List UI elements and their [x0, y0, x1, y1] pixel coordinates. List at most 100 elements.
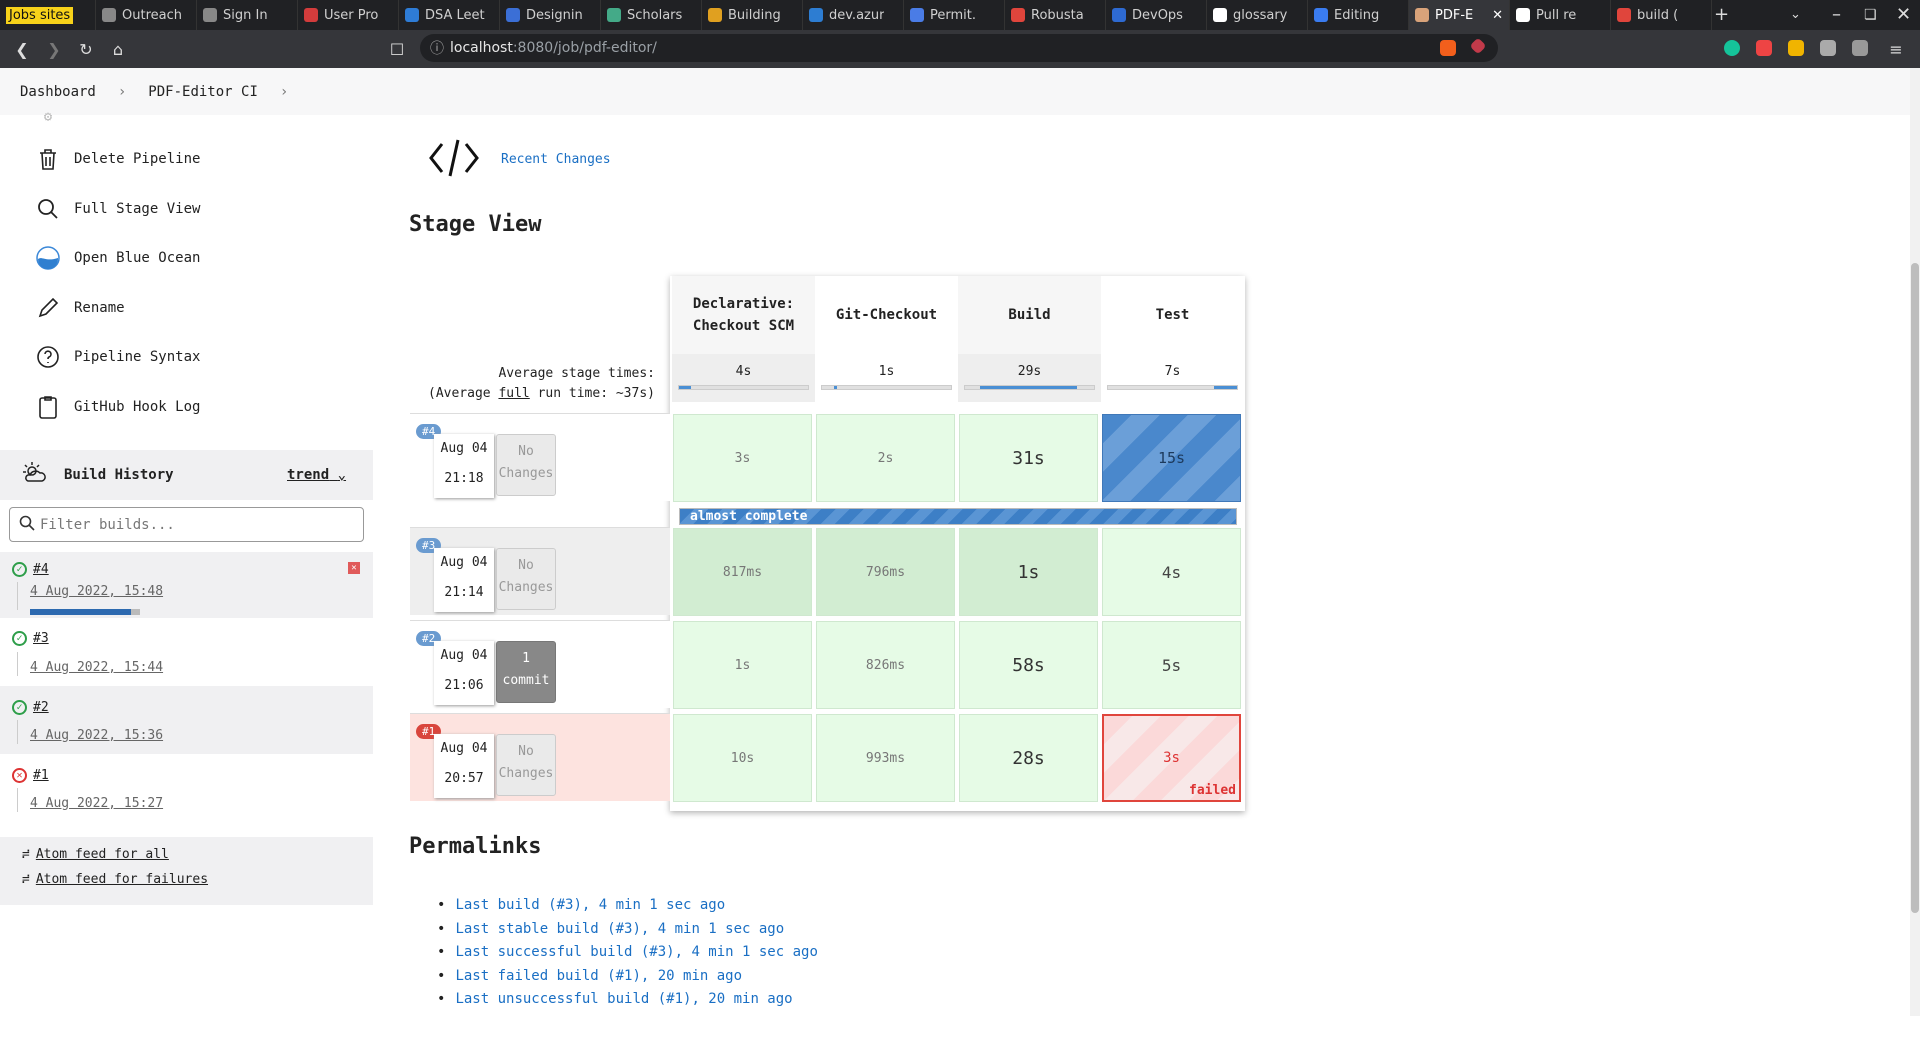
build-progress-bar: [30, 609, 140, 615]
grammarly-icon[interactable]: [1724, 40, 1740, 56]
stage-cell[interactable]: 1s: [959, 528, 1098, 616]
stage-cell[interactable]: 817ms: [673, 528, 812, 616]
browser-tab[interactable]: Scholars: [601, 0, 702, 30]
stage-cell[interactable]: 31s: [959, 414, 1098, 502]
filter-builds-input[interactable]: Filter builds...: [9, 507, 364, 542]
success-icon: ✓: [12, 562, 27, 577]
browser-tab[interactable]: Permit.: [904, 0, 1005, 30]
permalink[interactable]: Last stable build (#3), 4 min 1 sec ago: [437, 918, 818, 942]
full-link[interactable]: full: [498, 386, 529, 401]
tab-bar: Jobs sites Outreach Sign In User Pro DSA Lee…: [0, 0, 1920, 30]
forward-icon[interactable]: ❯: [38, 40, 70, 59]
stage-cell[interactable]: 3s: [673, 414, 812, 502]
tab-label: Sign In: [223, 7, 268, 23]
feed-all-link[interactable]: ≓ Atom feed for all: [22, 847, 169, 862]
stage-cell[interactable]: 826ms: [816, 621, 955, 709]
stage-cell[interactable]: 10s: [673, 714, 812, 802]
tab-search-icon[interactable]: ⌄: [1790, 7, 1801, 22]
stage-duration: 826ms: [865, 657, 906, 673]
task-github-hook-log[interactable]: GitHub Hook Log: [36, 395, 200, 419]
browser-tab[interactable]: dev.azur: [803, 0, 904, 30]
build-number[interactable]: #2: [33, 700, 49, 715]
stage-duration: 28s: [1012, 747, 1045, 769]
recent-changes-link[interactable]: Recent Changes: [501, 152, 611, 167]
stage-cell[interactable]: 2s: [816, 414, 955, 502]
stage-cell[interactable]: 5s: [1102, 621, 1241, 709]
breadcrumb-dashboard[interactable]: Dashboard: [20, 84, 96, 100]
task-open-blue-ocean[interactable]: Open Blue Ocean: [36, 246, 200, 270]
browser-tab[interactable]: Designin: [500, 0, 601, 30]
build-number[interactable]: #4: [33, 562, 49, 577]
run-changes[interactable]: No Changes: [496, 734, 556, 796]
task-rename[interactable]: Rename: [36, 296, 125, 320]
scrollbar-thumb[interactable]: [1911, 263, 1919, 913]
task-pipeline-syntax[interactable]: Pipeline Syntax: [36, 345, 200, 369]
build-number[interactable]: #3: [33, 631, 49, 646]
build-date[interactable]: 4 Aug 2022, 15:36: [30, 728, 163, 743]
extensions-puzzle-icon[interactable]: [1820, 40, 1836, 56]
build-date[interactable]: 4 Aug 2022, 15:44: [30, 660, 163, 675]
home-icon[interactable]: ⌂: [102, 40, 134, 59]
browser-tab[interactable]: build (: [1611, 0, 1712, 30]
run-changes[interactable]: No Changes: [496, 434, 556, 496]
build-date[interactable]: 4 Aug 2022, 15:27: [30, 796, 163, 811]
cancel-build-icon[interactable]: ✕: [348, 562, 360, 574]
info-icon[interactable]: ⓘ: [430, 38, 444, 58]
tab-label: glossary: [1233, 7, 1288, 23]
browser-tab[interactable]: Outreach: [96, 0, 197, 30]
extension-red-icon[interactable]: [1756, 40, 1772, 56]
feed-failures-link[interactable]: ≓ Atom feed for failures: [22, 872, 208, 887]
task-delete-pipeline[interactable]: Delete Pipeline: [36, 147, 200, 171]
permalink[interactable]: Last unsuccessful build (#1), 20 min ago: [437, 988, 818, 1012]
stage-cell[interactable]: 993ms: [816, 714, 955, 802]
browser-tab[interactable]: DevOps: [1106, 0, 1207, 30]
build-date[interactable]: 4 Aug 2022, 15:48: [30, 584, 163, 599]
close-tab-icon[interactable]: ✕: [1492, 8, 1503, 23]
stage-view-title: Stage View: [409, 212, 542, 237]
page-scrollbar[interactable]: [1910, 68, 1920, 1016]
close-window-icon[interactable]: ✕: [1896, 4, 1911, 25]
extension-yellow-icon[interactable]: [1788, 40, 1804, 56]
reload-icon[interactable]: ↻: [70, 40, 102, 59]
wallet-icon[interactable]: [1852, 40, 1868, 56]
browser-tab[interactable]: PDF-E ✕: [1409, 0, 1510, 30]
bookmark-icon[interactable]: ☐: [381, 40, 413, 59]
browser-tab[interactable]: Sign In: [197, 0, 298, 30]
browser-tab[interactable]: Pull re: [1510, 0, 1611, 30]
permalink[interactable]: Last successful build (#3), 4 min 1 sec …: [437, 941, 817, 965]
brave-shield-icon[interactable]: [1440, 40, 1456, 56]
browser-tab[interactable]: User Pro: [298, 0, 399, 30]
feed-label: Atom feed for all: [35, 847, 169, 862]
stage-duration: 3s: [734, 450, 751, 466]
run-changes[interactable]: No Changes: [496, 548, 556, 610]
new-tab-icon[interactable]: +: [1714, 4, 1729, 25]
url-bar[interactable]: ⓘ localhost:8080/job/pdf-editor/: [420, 34, 1498, 62]
browser-tab[interactable]: Robusta: [1005, 0, 1106, 30]
chevron-right-icon[interactable]: ›: [280, 84, 288, 100]
minimize-icon[interactable]: –: [1832, 4, 1841, 25]
menu-icon[interactable]: ≡: [1880, 40, 1912, 59]
permalink[interactable]: Last build (#3), 4 min 1 sec ago: [437, 894, 818, 918]
stage-cell[interactable]: 28s: [959, 714, 1098, 802]
github-icon: [1516, 8, 1530, 22]
task-partial[interactable]: ⚙: [36, 105, 60, 129]
breadcrumb-job[interactable]: PDF-Editor CI: [148, 84, 258, 100]
maximize-icon[interactable]: ❏: [1864, 7, 1877, 23]
browser-tab[interactable]: DSA Leet: [399, 0, 500, 30]
browser-tab[interactable]: Building: [702, 0, 803, 30]
browser-tab[interactable]: glossary: [1207, 0, 1308, 30]
permalink[interactable]: Last failed build (#1), 20 min ago: [437, 965, 818, 989]
run-changes[interactable]: 1 commit: [496, 641, 556, 703]
stage-cell[interactable]: 1s: [673, 621, 812, 709]
stage-cell[interactable]: 3s failed: [1102, 714, 1241, 802]
browser-tab[interactable]: Jobs sites: [0, 0, 96, 30]
stage-cell[interactable]: 4s: [1102, 528, 1241, 616]
stage-cell[interactable]: 15s: [1102, 414, 1241, 502]
stage-cell[interactable]: 796ms: [816, 528, 955, 616]
browser-tab[interactable]: Editing: [1308, 0, 1409, 30]
build-number[interactable]: #1: [33, 768, 49, 783]
trend-link[interactable]: trend ⌄: [287, 467, 346, 483]
back-icon[interactable]: ❮: [6, 40, 38, 59]
stage-cell[interactable]: 58s: [959, 621, 1098, 709]
task-full-stage-view[interactable]: Full Stage View: [36, 197, 200, 221]
